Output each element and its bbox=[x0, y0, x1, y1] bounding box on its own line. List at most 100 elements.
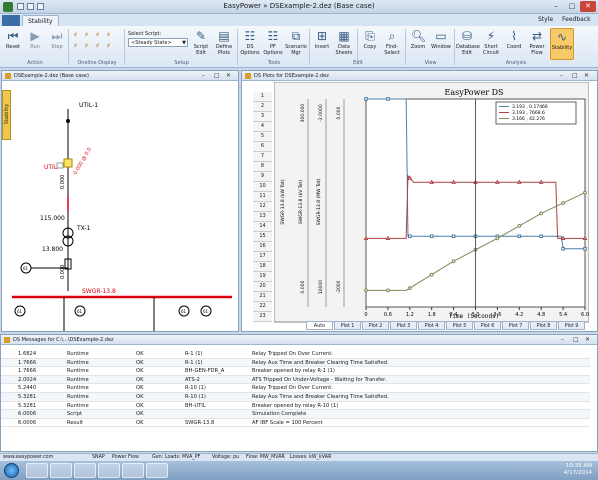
plot-tab[interactable]: Plot 3 bbox=[390, 321, 417, 330]
style-menu[interactable]: Style bbox=[538, 16, 553, 23]
data-sheets-button[interactable]: ▦ Data Sheets bbox=[333, 28, 355, 60]
side-tab-stability[interactable]: Stability bbox=[2, 90, 11, 140]
group-label-action: Action bbox=[27, 60, 43, 66]
start-button[interactable] bbox=[4, 463, 19, 478]
panel-close-button[interactable]: ✕ bbox=[226, 72, 231, 79]
zoom-button[interactable]: 🔍︎ Zoom bbox=[407, 28, 429, 60]
short-circuit-button[interactable]: ⚡ Short Circuit bbox=[480, 28, 502, 60]
message-row[interactable]: 2.0024 Runtime OK ATS-2 ATS Tripped On Under… bbox=[1, 375, 590, 385]
series-point bbox=[407, 286, 412, 291]
taskbar-app-icon[interactable] bbox=[50, 463, 72, 478]
run-button[interactable]: ▶ Run bbox=[24, 28, 46, 60]
plot-tab[interactable]: Plot 9 bbox=[558, 321, 585, 330]
panel-minimize-button[interactable]: – bbox=[202, 72, 205, 79]
pf-options-button[interactable]: ☷ PF Options bbox=[262, 28, 284, 60]
display-tool-icon[interactable]: ⚡ bbox=[81, 31, 92, 40]
system-clock[interactable]: 10:35 AM 4/17/2014 bbox=[564, 463, 592, 477]
legend-entry: 3.193 , 7668.6 bbox=[512, 110, 545, 116]
plot-tab[interactable]: Plot 8 bbox=[530, 321, 557, 330]
row-number: 3 bbox=[253, 112, 272, 122]
panel-maximize-button[interactable]: □ bbox=[573, 336, 579, 343]
display-tool-icon[interactable]: ⚡ bbox=[70, 42, 81, 51]
taskbar-app-icon[interactable] bbox=[26, 463, 48, 478]
display-tool-icon[interactable]: ⚡ bbox=[92, 31, 103, 40]
plot-tab[interactable]: Plot 6 bbox=[474, 321, 501, 330]
x-tick-label: 0.6 bbox=[384, 312, 392, 318]
message-row[interactable]: 1.7666 Runtime OK R-1 (1) Relay Aux Time and… bbox=[1, 358, 590, 368]
message-cell: OK bbox=[136, 411, 144, 418]
row-number: 14 bbox=[253, 222, 272, 232]
y-tick-label: 0.000 bbox=[300, 280, 306, 293]
panel-close-button[interactable]: ✕ bbox=[584, 72, 589, 79]
series-point bbox=[583, 190, 587, 195]
plot-tab[interactable]: Plot 7 bbox=[502, 321, 529, 330]
message-row[interactable]: 5.3281 Runtime OK BH-UTIL Breaker opened by … bbox=[1, 402, 590, 411]
plot-tab[interactable]: Auto bbox=[306, 321, 333, 330]
plot-tab[interactable]: Plot 1 bbox=[334, 321, 361, 330]
x-tick-label: 0 bbox=[364, 312, 367, 318]
message-row[interactable]: 6.0006 Script OK Simulation Complete bbox=[1, 410, 590, 419]
display-tool-icon[interactable]: ⚡ bbox=[81, 42, 92, 51]
display-tool-icon[interactable]: ⚡ bbox=[103, 42, 114, 51]
panel-maximize-button[interactable]: □ bbox=[214, 72, 220, 79]
script-edit-button[interactable]: ✎ Script Edit bbox=[190, 28, 212, 60]
row-number: 7 bbox=[253, 152, 272, 162]
script-select[interactable]: <Steady State> ▼ bbox=[128, 38, 188, 47]
message-row[interactable]: 1.6824 Runtime OK R-1 (1) Relay Tripped On O… bbox=[1, 350, 590, 359]
data-sheets-icon: ▦ bbox=[338, 29, 350, 43]
message-cell: Runtime bbox=[67, 351, 89, 357]
message-cell: 1.7666 bbox=[18, 368, 37, 375]
find-select-button[interactable]: ⌕ Find-Select bbox=[381, 28, 403, 60]
maximize-button[interactable]: □ bbox=[564, 1, 580, 12]
display-tool-icon[interactable]: ⚡ bbox=[103, 31, 114, 40]
define-plots-button[interactable]: ▤ Define Plots bbox=[213, 28, 235, 60]
message-row[interactable]: 1.7666 Runtime OK BH-GEN-FDR_A Breaker opene… bbox=[1, 367, 590, 376]
plot-tab[interactable]: Plot 5 bbox=[446, 321, 473, 330]
relay-label: 61 bbox=[77, 309, 83, 314]
taskbar-app-icon[interactable] bbox=[74, 463, 96, 478]
database-edit-button[interactable]: ⛁ Database Edit bbox=[456, 28, 480, 60]
taskbar-app-icon[interactable] bbox=[98, 463, 120, 478]
copy-button[interactable]: ⎘ Copy bbox=[359, 28, 381, 60]
tab-stability[interactable]: Stability bbox=[22, 15, 59, 26]
stability-button[interactable]: ∿ Stability bbox=[550, 28, 574, 60]
message-row[interactable]: 5.3281 Runtime OK R-10 (1) Relay Aux Time an… bbox=[1, 392, 590, 402]
file-menu-button[interactable] bbox=[2, 15, 20, 26]
row-number: 23 bbox=[253, 312, 272, 322]
utility-source[interactable] bbox=[63, 158, 73, 168]
panel-minimize-button[interactable]: – bbox=[561, 336, 564, 343]
message-cell: 5.3281 bbox=[18, 393, 37, 400]
ds-chart[interactable]: EasyPower DS Time (Seconds) SWGR-13.8 (k… bbox=[274, 82, 589, 330]
panel-minimize-button[interactable]: – bbox=[560, 72, 563, 79]
insert-button[interactable]: ⊞ Insert bbox=[311, 28, 333, 60]
display-tool-icon[interactable]: ⚡ bbox=[92, 42, 103, 51]
close-button[interactable]: ✕ bbox=[580, 1, 596, 12]
y-tick-label: 10000 bbox=[318, 280, 324, 294]
window-icon: ▭ bbox=[435, 29, 447, 43]
ds-options-icon: ☷ bbox=[244, 29, 256, 43]
panel-close-button[interactable]: ✕ bbox=[585, 336, 590, 343]
display-tool-icon[interactable]: ⚡ bbox=[70, 31, 81, 40]
taskbar-app-icon[interactable] bbox=[146, 463, 168, 478]
feedback-link[interactable]: Feedback bbox=[562, 16, 591, 23]
series-point bbox=[517, 234, 522, 239]
minimize-button[interactable]: – bbox=[548, 1, 564, 12]
taskbar-app-icon[interactable] bbox=[122, 463, 144, 478]
message-row[interactable]: 6.0006 Result OK SWGR-13.8 AF IBF Scale = 10… bbox=[1, 419, 590, 428]
group-separator bbox=[124, 29, 125, 65]
step-button[interactable]: ⏭ Step bbox=[46, 28, 68, 60]
ds-options-button[interactable]: ☷ DS Options bbox=[239, 28, 261, 60]
scenario-mgr-button[interactable]: ⧉ Scenario Mgr bbox=[285, 28, 307, 60]
plot-tab[interactable]: Plot 2 bbox=[362, 321, 389, 330]
plot-tab[interactable]: Plot 4 bbox=[418, 321, 445, 330]
panel-maximize-button[interactable]: □ bbox=[572, 72, 578, 79]
message-cell: Relay Aux Time and Breaker Clearing Time… bbox=[252, 393, 389, 400]
power-flow-button[interactable]: ⇄ Power Flow bbox=[526, 28, 548, 60]
x-tick-label: 6.0 bbox=[581, 312, 589, 318]
reset-button[interactable]: ⏮ Reset bbox=[2, 28, 24, 60]
message-row[interactable]: 5.2440 Runtime OK R-10 (1) Relay Tripped On … bbox=[1, 384, 590, 393]
step-icon: ⏭ bbox=[51, 29, 63, 43]
oneline-diagram[interactable]: UTIL-1 UTIL 0.000 @ 0.0 0.000 115.000 TX… bbox=[12, 81, 238, 331]
coord-button[interactable]: ⌇ Coord bbox=[503, 28, 525, 60]
window-button[interactable]: ▭ Window bbox=[430, 28, 452, 60]
